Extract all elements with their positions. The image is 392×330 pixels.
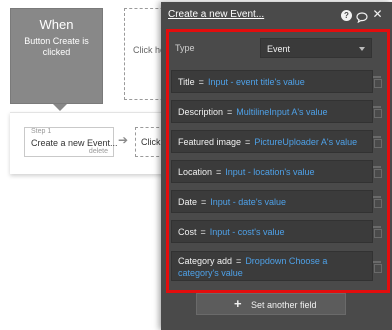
type-dropdown[interactable]: Event	[260, 38, 372, 58]
field-location[interactable]: Location = Input - location's value	[171, 160, 373, 183]
field-key: Cost	[178, 227, 197, 237]
field-value[interactable]: Input - cost's value	[210, 227, 285, 237]
field-cost[interactable]: Cost = Input - cost's value	[171, 220, 373, 243]
plus-icon: +	[234, 296, 242, 311]
step1-card[interactable]: Step 1 Create a new Event... delete	[24, 127, 118, 157]
trash-icon[interactable]	[373, 261, 382, 273]
event-title: When	[39, 17, 74, 32]
field-description[interactable]: Description = MultilineInput A's value	[171, 100, 373, 123]
arrow-right-icon: ➔	[118, 133, 129, 147]
panel-header: Create a new Event... ? ✕	[161, 2, 392, 28]
field-key: Location	[178, 167, 213, 177]
step1-label: Step 1	[31, 128, 52, 135]
trash-icon[interactable]	[373, 166, 382, 178]
chevron-down-icon	[359, 47, 365, 51]
trash-icon[interactable]	[373, 196, 382, 208]
trash-icon[interactable]	[373, 226, 382, 238]
field-key: Category add	[178, 256, 233, 266]
type-label: Type	[175, 43, 195, 53]
field-key: Title	[178, 77, 195, 87]
step1-title: Create a new Event...	[31, 138, 118, 148]
type-dropdown-value: Event	[267, 44, 291, 54]
close-icon[interactable]: ✕	[372, 8, 383, 20]
field-featured-image[interactable]: Featured image = PictureUploader A's value	[171, 130, 373, 153]
field-key: Description	[178, 107, 224, 117]
field-key: Date	[178, 197, 198, 207]
field-date[interactable]: Date = Input - date's value	[171, 190, 373, 213]
field-value[interactable]: MultilineInput A's value	[236, 107, 327, 117]
trash-icon[interactable]	[373, 106, 382, 118]
field-title[interactable]: Title = Input - event title's value	[171, 70, 373, 93]
event-pointer-icon	[53, 104, 67, 111]
help-icon[interactable]: ?	[341, 10, 352, 21]
type-row: Type Event	[171, 37, 373, 59]
step1-delete-link[interactable]: delete	[89, 148, 108, 155]
trash-icon[interactable]	[373, 136, 382, 148]
field-key: Featured image	[178, 137, 242, 147]
field-value[interactable]: Input - event title's value	[208, 77, 305, 87]
comment-icon[interactable]	[356, 10, 368, 24]
set-another-field-label: Set another field	[251, 300, 317, 310]
event-block[interactable]: When Button Create is clicked	[10, 8, 103, 104]
field-category-add[interactable]: Category add = Dropdown Choose a category'…	[171, 251, 373, 281]
panel-title[interactable]: Create a new Event...	[168, 9, 264, 20]
field-value[interactable]: Input - location's value	[225, 167, 314, 177]
field-value[interactable]: Input - date's value	[210, 197, 286, 207]
trash-icon[interactable]	[373, 76, 382, 88]
event-description: Button Create is clicked	[24, 36, 89, 57]
set-another-field-button[interactable]: + Set another field	[196, 293, 346, 315]
field-value[interactable]: PictureUploader A's value	[254, 137, 357, 147]
